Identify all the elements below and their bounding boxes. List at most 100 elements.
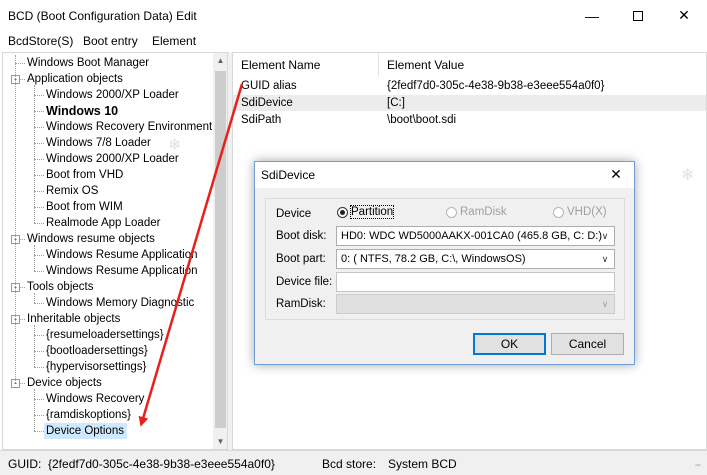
- tree-connector: [15, 63, 25, 64]
- ramdisk-select[interactable]: ∨: [336, 294, 615, 314]
- tree-item[interactable]: Application objects: [25, 71, 126, 87]
- tree-item[interactable]: Windows Resume Application: [44, 247, 201, 263]
- tree-item-label: Remix OS: [46, 185, 99, 197]
- chevron-down-icon[interactable]: ∨: [596, 295, 614, 313]
- list-row[interactable]: SdiDevice [C:]: [233, 95, 706, 111]
- tree-item-label: Inheritable objects: [27, 313, 121, 325]
- tree-item[interactable]: {hypervisorsettings}: [44, 359, 149, 375]
- close-button[interactable]: ✕: [661, 0, 707, 31]
- tree-item[interactable]: Tools objects: [25, 279, 96, 295]
- tree-item-label: Windows 2000/XP Loader: [46, 153, 179, 165]
- tree-item[interactable]: Windows 2000/XP Loader: [44, 151, 182, 167]
- tree-item[interactable]: Windows 10: [44, 103, 121, 119]
- device-file-label: Device file:: [276, 276, 333, 288]
- tree-item-label: {hypervisorsettings}: [46, 361, 147, 373]
- tree-connector: [34, 143, 44, 144]
- tree-item-label: Windows Boot Manager: [27, 57, 150, 69]
- tree-item[interactable]: Windows 7/8 Loader: [44, 135, 154, 151]
- tree-item[interactable]: Windows Recovery: [44, 391, 147, 407]
- close-icon: ✕: [678, 7, 690, 23]
- status-store-value: System BCD: [388, 457, 457, 471]
- scroll-down-icon[interactable]: ▼: [213, 434, 227, 449]
- tree-item[interactable]: {resumeloadersettings}: [44, 327, 167, 343]
- tree-connector: [34, 191, 44, 192]
- tree-item[interactable]: Device Options: [44, 423, 127, 439]
- cancel-button[interactable]: Cancel: [551, 333, 624, 355]
- tree-item-label: Tools objects: [27, 281, 94, 293]
- element-value-cell: \boot\boot.sdi: [387, 114, 457, 126]
- dialog-title: SdiDevice: [261, 168, 316, 182]
- tree-item[interactable]: Remix OS: [44, 183, 101, 199]
- ok-button[interactable]: OK: [473, 333, 546, 355]
- tree-item-label: Application objects: [27, 73, 123, 85]
- tree-item[interactable]: {ramdiskoptions}: [44, 407, 134, 423]
- tree-item[interactable]: Device objects: [25, 375, 105, 391]
- tree-connector: [34, 399, 44, 400]
- tree-connector: [34, 303, 44, 304]
- tree-item-label: Windows 7/8 Loader: [46, 137, 151, 149]
- status-store-label: Bcd store:: [322, 457, 377, 471]
- column-header-element-name[interactable]: Element Name: [233, 53, 379, 77]
- boot-part-select[interactable]: 0: ( NTFS, 78.2 GB, C:\, WindowsOS) ∨: [336, 249, 615, 269]
- sdidevice-dialog: SdiDevice ✕ Device Partition RamDisk VHD…: [254, 161, 635, 365]
- resize-grip-icon[interactable]: ⁗: [695, 463, 705, 473]
- chevron-down-icon[interactable]: ∨: [596, 227, 614, 245]
- tree-item-label: Device Options: [46, 425, 124, 437]
- tree-item-label: Windows 10: [46, 104, 119, 118]
- tree-item[interactable]: Inheritable objects: [25, 311, 123, 327]
- menu-bar: BcdStore(S) Boot entry Element: [0, 31, 707, 51]
- boot-part-label: Boot part:: [276, 253, 326, 265]
- tree-item-label: Windows 2000/XP Loader: [46, 89, 179, 101]
- tree-item-label: Boot from VHD: [46, 169, 124, 181]
- tree-item[interactable]: Boot from WIM: [44, 199, 126, 215]
- tree-item[interactable]: {bootloadersettings}: [44, 343, 151, 359]
- tree-item[interactable]: Windows Boot Manager: [25, 55, 152, 71]
- status-bar: GUID: {2fedf7d0-305c-4e38-9b38-e3eee554a…: [0, 450, 707, 475]
- tree-connector: [34, 431, 44, 432]
- scroll-thumb[interactable]: [215, 71, 226, 428]
- column-header-element-value[interactable]: Element Value: [379, 53, 706, 77]
- tree-item-label: Boot from WIM: [46, 201, 123, 213]
- status-guid-value: {2fedf7d0-305c-4e38-9b38-e3eee554a0f0}: [48, 457, 275, 471]
- tree-item[interactable]: Windows Resume Application: [44, 263, 201, 279]
- tree-item[interactable]: Windows resume objects: [25, 231, 158, 247]
- device-file-input[interactable]: [336, 272, 615, 292]
- boot-part-value: 0: ( NTFS, 78.2 GB, C:\, WindowsOS): [341, 253, 526, 265]
- dialog-close-button[interactable]: ✕: [598, 162, 634, 188]
- minimize-button[interactable]: —: [569, 0, 615, 31]
- tree-item-label: Windows Recovery Environment: [46, 121, 213, 133]
- element-name-cell: SdiDevice: [241, 97, 293, 109]
- tree-connector: [34, 335, 44, 336]
- tree-connector: [34, 367, 44, 368]
- list-row[interactable]: GUID alias {2fedf7d0-305c-4e38-9b38-e3eee…: [233, 78, 706, 94]
- radio-ramdisk[interactable]: RamDisk: [446, 206, 507, 218]
- maximize-button[interactable]: [615, 0, 661, 31]
- radio-partition[interactable]: Partition: [337, 205, 395, 219]
- radio-ramdisk-label: RamDisk: [460, 206, 507, 218]
- tree-connector: [34, 293, 35, 303]
- tree-item[interactable]: Windows Memory Diagnostic: [44, 295, 197, 311]
- radio-vhdx-label: VHD(X): [567, 206, 607, 218]
- menu-bcdstore[interactable]: BcdStore(S): [8, 34, 73, 48]
- menu-boot-entry[interactable]: Boot entry: [83, 34, 138, 48]
- chevron-down-icon[interactable]: ∨: [596, 250, 614, 268]
- tree-item-label: Windows resume objects: [27, 233, 155, 245]
- tree-item[interactable]: Windows 2000/XP Loader: [44, 87, 182, 103]
- element-name-cell: GUID alias: [241, 80, 297, 92]
- scroll-up-icon[interactable]: ▲: [213, 53, 227, 68]
- tree-item[interactable]: Boot from VHD: [44, 167, 126, 183]
- radio-vhdx[interactable]: VHD(X): [553, 206, 607, 218]
- tree-connector: [34, 415, 44, 416]
- menu-element[interactable]: Element: [152, 34, 196, 48]
- list-row[interactable]: SdiPath \boot\boot.sdi: [233, 112, 706, 128]
- tree-connector: [34, 111, 44, 112]
- tree-item[interactable]: Realmode App Loader: [44, 215, 163, 231]
- boot-disk-value: HD0: WDC WD5000AAKX-001CA0 (465.8 GB, C:…: [341, 230, 603, 242]
- tree-item-label: Windows Memory Diagnostic: [46, 297, 195, 309]
- tree-connector: [34, 207, 44, 208]
- boot-entry-tree[interactable]: Windows Boot Manager Application objects -…: [2, 52, 228, 450]
- boot-disk-select[interactable]: HD0: WDC WD5000AAKX-001CA0 (465.8 GB, C:…: [336, 226, 615, 246]
- tree-item-label: Windows Recovery: [46, 393, 145, 405]
- tree-scrollbar[interactable]: ▲ ▼: [213, 53, 227, 449]
- tree-item[interactable]: Windows Recovery Environment: [44, 119, 215, 135]
